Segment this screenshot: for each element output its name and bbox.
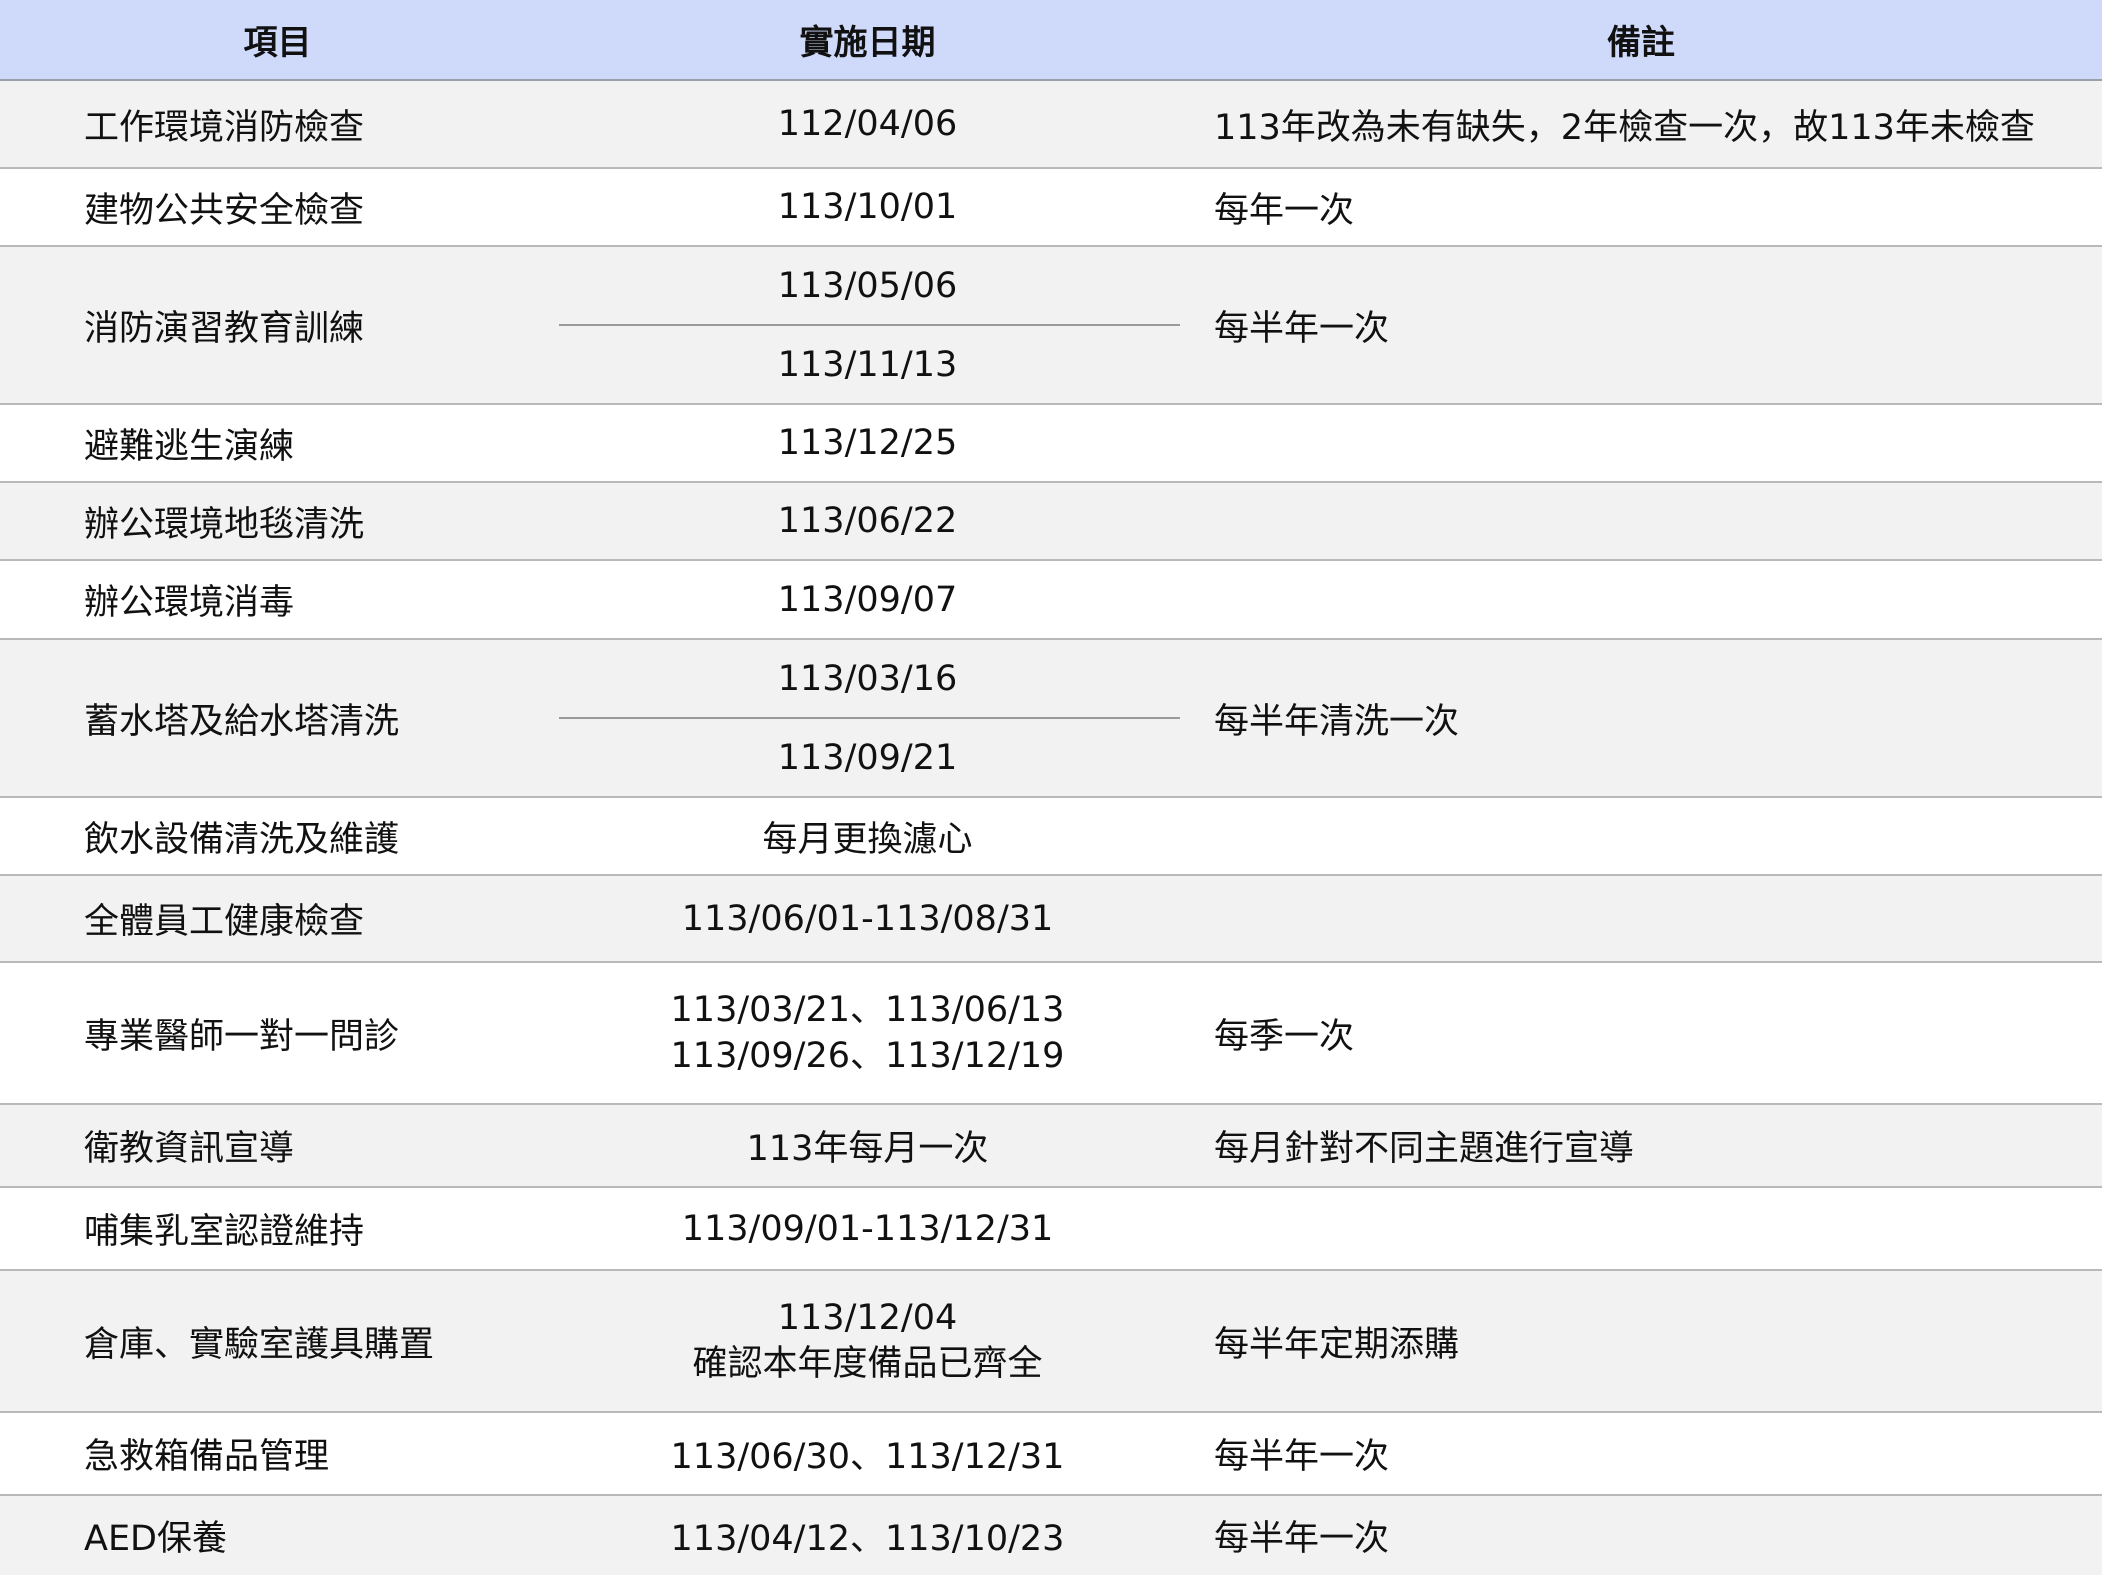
table-row: 全體員工健康檢查 113/06/01-113/08/31 <box>0 875 2102 963</box>
row-date-line2: 113/09/26、113/12/19 <box>670 1036 1065 1076</box>
row-note: 每年一次 <box>1180 168 2102 247</box>
row-date: 113/09/07 <box>555 560 1180 640</box>
row-note: 每季一次 <box>1180 962 2102 1105</box>
row-date: 113/04/12、113/10/23 <box>555 1495 1180 1575</box>
row-note: 每半年定期添購 <box>1180 1270 2102 1413</box>
table-row: 飲水設備清洗及維護 每月更換濾心 <box>0 797 2102 876</box>
row-date-line1: 113/12/04 <box>777 1298 958 1338</box>
row-note: 113年改為未有缺失，2年檢查一次，故113年未檢查 <box>1180 80 2102 169</box>
row-note: 每月針對不同主題進行宣導 <box>1180 1104 2102 1188</box>
header-date: 實施日期 <box>555 0 1180 81</box>
row-date: 113年每月一次 <box>555 1104 1180 1188</box>
table-row: 急救箱備品管理 113/06/30、113/12/31 每半年一次 <box>0 1412 2102 1496</box>
row-date: 113/06/01-113/08/31 <box>555 875 1180 963</box>
row-date: 113/03/21、113/06/13 113/09/26、113/12/19 <box>555 962 1180 1105</box>
table-row: 衛教資訊宣導 113年每月一次 每月針對不同主題進行宣導 <box>0 1104 2102 1188</box>
row-date-bottom: 113/11/13 <box>777 344 958 385</box>
row-item: 避難逃生演練 <box>0 404 555 483</box>
row-note <box>1180 560 2102 640</box>
row-note: 每半年清洗一次 <box>1180 639 2102 798</box>
row-date: 113/03/16 113/09/21 <box>555 639 1180 798</box>
row-item: 衛教資訊宣導 <box>0 1104 555 1188</box>
row-date-top: 113/05/06 <box>777 265 958 306</box>
row-item: 飲水設備清洗及維護 <box>0 797 555 876</box>
table-row: 避難逃生演練 113/12/25 <box>0 404 2102 483</box>
row-item: AED保養 <box>0 1495 555 1575</box>
table-row: 蓄水塔及給水塔清洗 113/03/16 113/09/21 每半年清洗一次 <box>0 639 2102 798</box>
row-date: 113/12/25 <box>555 404 1180 483</box>
row-date: 每月更換濾心 <box>555 797 1180 876</box>
row-note <box>1180 875 2102 963</box>
row-date: 112/04/06 <box>555 80 1180 169</box>
header-note: 備註 <box>1180 0 2102 81</box>
row-item: 消防演習教育訓練 <box>0 246 555 405</box>
row-date-line2: 確認本年度備品已齊全 <box>692 1344 1043 1384</box>
row-note <box>1180 482 2102 561</box>
table-row: 辦公環境消毒 113/09/07 <box>0 560 2102 640</box>
table-row: 消防演習教育訓練 113/05/06 113/11/13 每半年一次 <box>0 246 2102 405</box>
row-item: 蓄水塔及給水塔清洗 <box>0 639 555 798</box>
header-item: 項目 <box>0 0 555 81</box>
row-note <box>1180 797 2102 876</box>
row-item: 辦公環境消毒 <box>0 560 555 640</box>
row-date: 113/12/04 確認本年度備品已齊全 <box>555 1270 1180 1413</box>
row-item: 專業醫師一對一問診 <box>0 962 555 1105</box>
row-item: 哺集乳室認證維持 <box>0 1187 555 1271</box>
row-note: 每半年一次 <box>1180 1412 2102 1496</box>
row-note <box>1180 1187 2102 1271</box>
row-item: 倉庫、實驗室護具購置 <box>0 1270 555 1413</box>
table-row: 辦公環境地毯清洗 113/06/22 <box>0 482 2102 561</box>
row-item: 建物公共安全檢查 <box>0 168 555 247</box>
row-item: 急救箱備品管理 <box>0 1412 555 1496</box>
row-note <box>1180 404 2102 483</box>
table-row: 工作環境消防檢查 112/04/06 113年改為未有缺失，2年檢查一次，故11… <box>0 80 2102 169</box>
row-item: 全體員工健康檢查 <box>0 875 555 963</box>
table-row: 哺集乳室認證維持 113/09/01-113/12/31 <box>0 1187 2102 1271</box>
row-date: 113/06/30、113/12/31 <box>555 1412 1180 1496</box>
row-date: 113/06/22 <box>555 482 1180 561</box>
row-note: 每半年一次 <box>1180 246 2102 405</box>
row-date: 113/09/01-113/12/31 <box>555 1187 1180 1271</box>
row-item: 辦公環境地毯清洗 <box>0 482 555 561</box>
row-item: 工作環境消防檢查 <box>0 80 555 169</box>
row-date: 113/10/01 <box>555 168 1180 247</box>
table-row: AED保養 113/04/12、113/10/23 每半年一次 <box>0 1495 2102 1575</box>
table-row: 倉庫、實驗室護具購置 113/12/04 確認本年度備品已齊全 每半年定期添購 <box>0 1270 2102 1413</box>
row-date-bottom: 113/09/21 <box>777 737 958 778</box>
table-row: 建物公共安全檢查 113/10/01 每年一次 <box>0 168 2102 247</box>
schedule-table-container: 項目 實施日期 備註 工作環境消防檢查 112/04/06 113年改為未有缺失… <box>0 0 2102 1576</box>
row-date: 113/05/06 113/11/13 <box>555 246 1180 405</box>
row-date-line1: 113/03/21、113/06/13 <box>670 990 1065 1030</box>
table-row: 專業醫師一對一問診 113/03/21、113/06/13 113/09/26、… <box>0 962 2102 1105</box>
row-note: 每半年一次 <box>1180 1495 2102 1575</box>
table-header-row: 項目 實施日期 備註 <box>0 0 2102 81</box>
schedule-table: 項目 實施日期 備註 工作環境消防檢查 112/04/06 113年改為未有缺失… <box>0 0 2102 1575</box>
row-date-top: 113/03/16 <box>777 658 958 699</box>
